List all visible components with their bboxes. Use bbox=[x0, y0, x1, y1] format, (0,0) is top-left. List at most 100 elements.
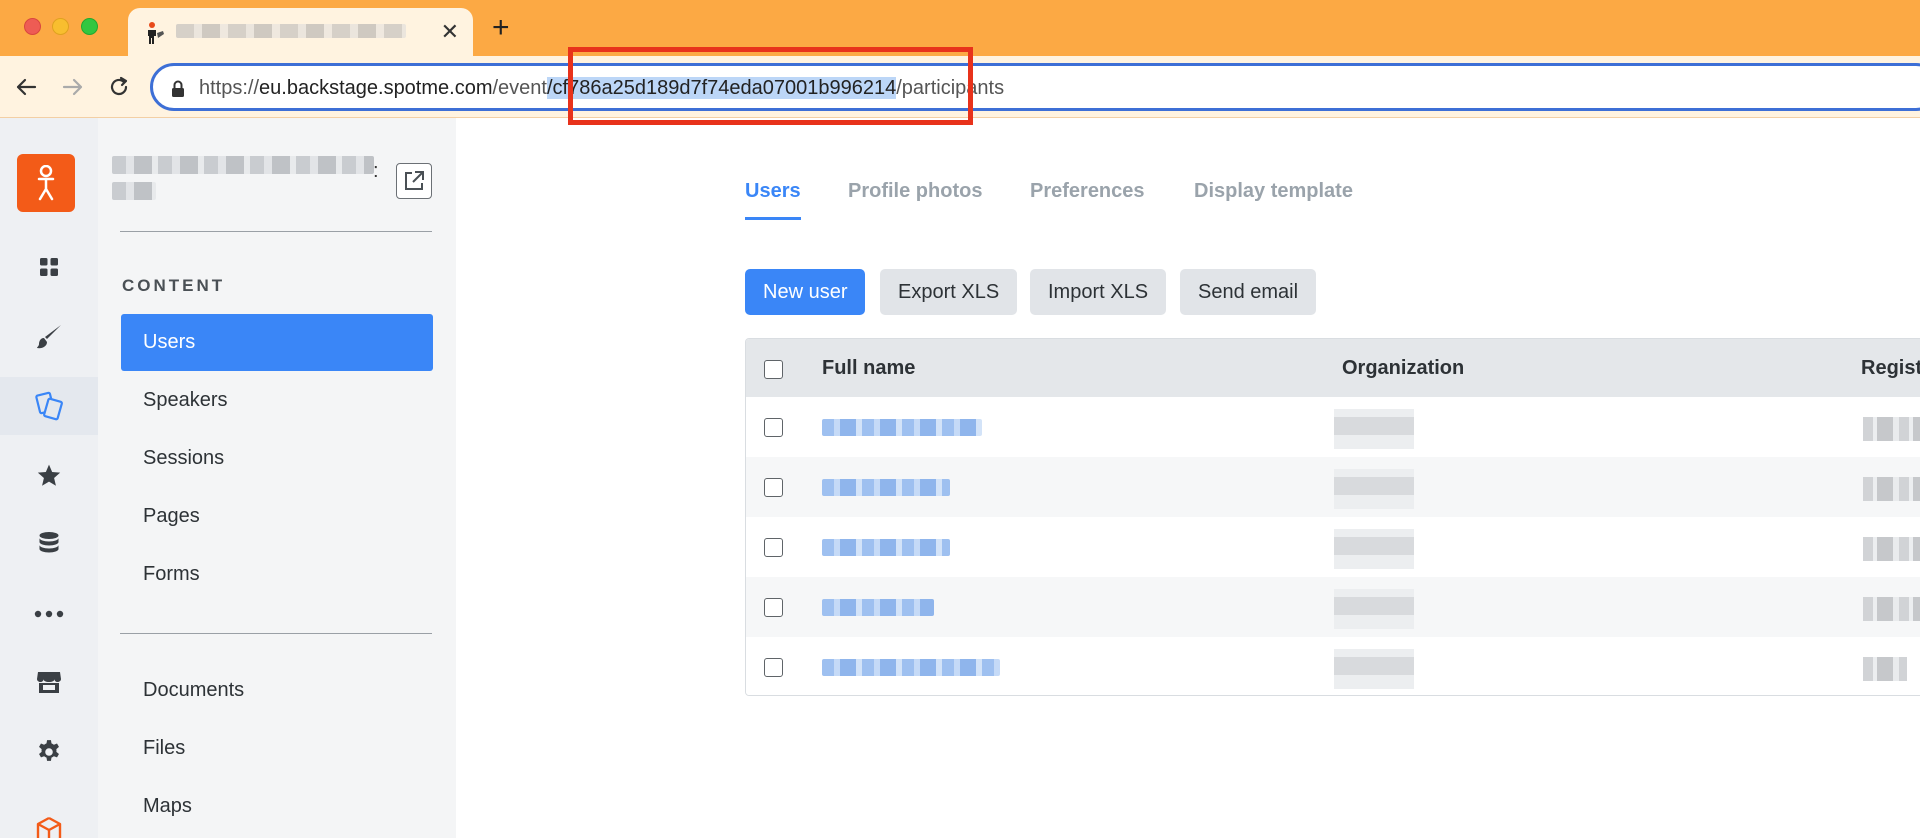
address-bar[interactable]: https://eu.backstage.spotme.com/event/cf… bbox=[150, 63, 1920, 111]
table-header: Full name Organization Regist bbox=[746, 339, 1920, 397]
forward-button[interactable] bbox=[58, 72, 88, 102]
tab-display-template[interactable]: Display template bbox=[1194, 180, 1353, 217]
sidebar-item-sessions[interactable]: Sessions bbox=[121, 430, 433, 487]
cube-icon bbox=[36, 816, 62, 838]
tab-profile-photos[interactable]: Profile photos bbox=[848, 180, 982, 217]
rail-design[interactable] bbox=[0, 308, 98, 366]
table-row[interactable] bbox=[746, 577, 1920, 637]
close-window-button[interactable] bbox=[24, 18, 41, 35]
spotme-figure-icon bbox=[148, 22, 164, 44]
open-event-external-button[interactable] bbox=[396, 163, 432, 199]
sidebar-item-users[interactable]: Users bbox=[121, 314, 433, 371]
content-sidebar: : CONTENT Users Speakers Sessions Pages … bbox=[98, 118, 456, 838]
rail-dashboard[interactable] bbox=[0, 238, 98, 296]
browser-tab[interactable]: ✕ bbox=[128, 8, 473, 56]
row-checkbox[interactable] bbox=[764, 478, 783, 497]
event-name-blurred bbox=[112, 156, 377, 208]
settings-icon bbox=[39, 740, 59, 761]
brush-icon bbox=[37, 325, 61, 349]
url-text[interactable]: https://eu.backstage.spotme.com/event/cf… bbox=[199, 77, 1004, 100]
sidebar-item-forms[interactable]: Forms bbox=[121, 546, 433, 603]
user-name-link-blurred[interactable] bbox=[822, 659, 1000, 676]
section-heading-content: CONTENT bbox=[122, 276, 226, 295]
tab-users[interactable]: Users bbox=[745, 180, 801, 220]
export-xls-button[interactable]: Export XLS bbox=[880, 269, 1018, 315]
store-icon bbox=[37, 672, 61, 693]
new-tab-button[interactable]: + bbox=[492, 13, 510, 43]
url-path-before: /event bbox=[492, 77, 547, 99]
organization-blurred bbox=[1334, 409, 1414, 449]
lock-icon bbox=[172, 80, 184, 97]
external-link-icon bbox=[405, 171, 424, 190]
registration-blurred bbox=[1863, 477, 1920, 501]
arrow-right-icon bbox=[62, 78, 83, 96]
rail-cube[interactable] bbox=[0, 788, 98, 838]
browser-tab-bar: ✕ + bbox=[0, 0, 1920, 56]
arrow-left-icon bbox=[16, 78, 37, 96]
registration-blurred bbox=[1863, 657, 1907, 681]
sidebar-item-documents[interactable]: Documents bbox=[121, 662, 433, 719]
send-email-button[interactable]: Send email bbox=[1180, 269, 1317, 315]
organization-blurred bbox=[1334, 469, 1414, 509]
registration-blurred bbox=[1863, 417, 1920, 441]
row-checkbox[interactable] bbox=[764, 418, 783, 437]
rail-data[interactable] bbox=[0, 515, 98, 573]
sidebar-item-files[interactable]: Files bbox=[121, 720, 433, 777]
users-table: Full name Organization Regist bbox=[745, 338, 1920, 696]
database-icon bbox=[39, 532, 59, 553]
back-button[interactable] bbox=[11, 72, 41, 102]
spotme-logo-icon[interactable] bbox=[17, 154, 75, 212]
organization-blurred bbox=[1334, 649, 1414, 689]
reload-button[interactable] bbox=[104, 72, 134, 102]
rail-more[interactable] bbox=[0, 585, 98, 643]
sidebar-item-pages[interactable]: Pages bbox=[121, 488, 433, 545]
more-icon bbox=[34, 610, 64, 618]
table-row[interactable] bbox=[746, 457, 1920, 517]
sidebar-item-speakers[interactable]: Speakers bbox=[121, 372, 433, 429]
user-name-link-blurred[interactable] bbox=[822, 479, 950, 496]
registration-blurred bbox=[1863, 537, 1920, 561]
sidebar-item-maps[interactable]: Maps bbox=[121, 778, 433, 835]
sidebar-divider bbox=[120, 633, 432, 634]
table-row[interactable] bbox=[746, 397, 1920, 457]
row-checkbox[interactable] bbox=[764, 658, 783, 677]
star-icon bbox=[37, 464, 61, 486]
new-user-button[interactable]: New user bbox=[745, 269, 866, 315]
close-tab-icon[interactable]: ✕ bbox=[441, 20, 459, 44]
column-header-full-name[interactable]: Full name bbox=[822, 357, 915, 380]
sidebar-divider bbox=[120, 231, 432, 232]
organization-blurred bbox=[1334, 529, 1414, 569]
event-name-colon: : bbox=[373, 160, 379, 182]
column-header-registration[interactable]: Regist bbox=[1861, 357, 1920, 380]
user-name-link-blurred[interactable] bbox=[822, 599, 934, 616]
rail-favorites[interactable] bbox=[0, 447, 98, 505]
dashboard-icon bbox=[40, 258, 58, 276]
select-all-checkbox[interactable] bbox=[764, 360, 783, 379]
url-path-after: /participants bbox=[896, 77, 1005, 99]
url-prefix: https:// bbox=[199, 77, 260, 99]
row-checkbox[interactable] bbox=[764, 598, 783, 617]
url-host: eu.backstage.spotme.com bbox=[259, 77, 493, 99]
user-name-link-blurred[interactable] bbox=[822, 539, 950, 556]
row-checkbox[interactable] bbox=[764, 538, 783, 557]
url-selected-event-id: /cf786a25d189d7f74eda07001b996214 bbox=[546, 77, 897, 99]
content-cards-icon bbox=[35, 391, 63, 421]
rail-settings[interactable] bbox=[0, 723, 98, 781]
import-xls-button[interactable]: Import XLS bbox=[1030, 269, 1167, 315]
minimize-window-button[interactable] bbox=[52, 18, 69, 35]
person-icon bbox=[37, 165, 55, 201]
registration-blurred bbox=[1863, 597, 1920, 621]
tab-preferences[interactable]: Preferences bbox=[1030, 180, 1145, 217]
app-icon-rail bbox=[0, 118, 98, 838]
rail-content[interactable] bbox=[0, 377, 98, 435]
maximize-window-button[interactable] bbox=[81, 18, 98, 35]
table-row[interactable] bbox=[746, 637, 1920, 695]
reload-icon bbox=[110, 76, 128, 96]
table-row[interactable] bbox=[746, 517, 1920, 577]
organization-blurred bbox=[1334, 589, 1414, 629]
rail-store[interactable] bbox=[0, 653, 98, 711]
column-header-organization[interactable]: Organization bbox=[1342, 357, 1464, 380]
tab-title bbox=[176, 24, 421, 40]
user-name-link-blurred[interactable] bbox=[822, 419, 982, 436]
browser-toolbar: https://eu.backstage.spotme.com/event/cf… bbox=[0, 56, 1920, 118]
